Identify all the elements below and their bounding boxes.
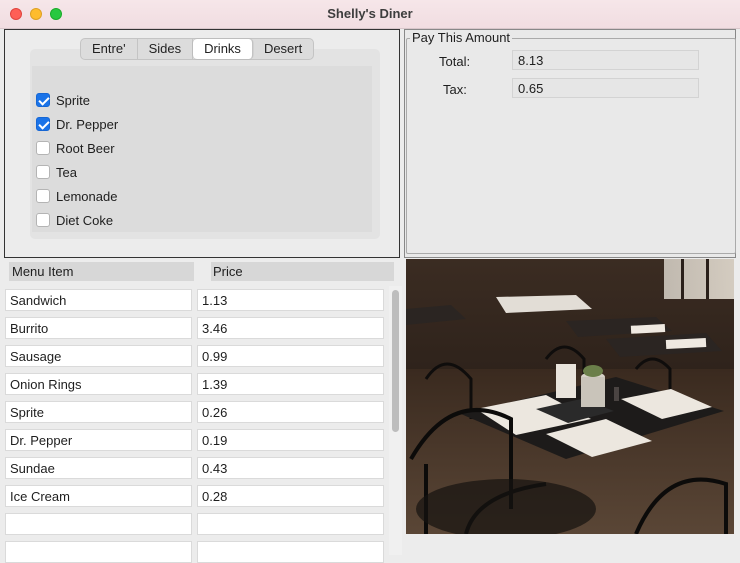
tab-desert[interactable]: Desert: [253, 39, 313, 59]
table-cell-menu-item[interactable]: Sausage: [5, 345, 192, 367]
scrollbar-thumb[interactable]: [392, 290, 399, 432]
checkbox-label: Dr. Pepper: [56, 116, 119, 132]
table-cell-menu-item[interactable]: Sprite: [5, 401, 192, 423]
checkbox-label: Diet Coke: [56, 212, 114, 228]
table-cell-menu-item[interactable]: Sundae: [5, 457, 192, 479]
table-cell-price[interactable]: 0.19: [197, 429, 384, 451]
table-cell-menu-item[interactable]: Onion Rings: [5, 373, 192, 395]
table-cell-menu-item[interactable]: Dr. Pepper: [5, 429, 192, 451]
table-cell-price[interactable]: [197, 513, 384, 535]
checkbox-checked-icon[interactable]: [36, 117, 50, 131]
tab-bar: Entre' Sides Drinks Desert: [80, 38, 315, 60]
checkbox-label: Root Beer: [56, 140, 115, 156]
checkbox-tea[interactable]: Tea: [36, 162, 77, 182]
tab-sides[interactable]: Sides: [138, 39, 194, 59]
table-cell-menu-item[interactable]: Burrito: [5, 317, 192, 339]
checkbox-unchecked-icon[interactable]: [36, 165, 50, 179]
checkbox-lemonade[interactable]: Lemonade: [36, 186, 117, 206]
pay-amount-group: [406, 38, 736, 254]
table-cell-menu-item[interactable]: Ice Cream: [5, 485, 192, 507]
checkbox-unchecked-icon[interactable]: [36, 213, 50, 227]
checkbox-diet-coke[interactable]: Diet Coke: [36, 210, 113, 230]
table-cell-price[interactable]: [197, 541, 384, 563]
table-cell-price[interactable]: 0.26: [197, 401, 384, 423]
checkbox-unchecked-icon[interactable]: [36, 141, 50, 155]
checkbox-label: Lemonade: [56, 188, 118, 204]
column-header-menu-item[interactable]: Menu Item: [9, 262, 194, 281]
checkbox-dr-pepper[interactable]: Dr. Pepper: [36, 114, 118, 134]
total-label: Total:: [439, 54, 471, 69]
restaurant-photo: [406, 259, 734, 534]
table-cell-menu-item[interactable]: [5, 513, 192, 535]
total-field[interactable]: 8.13: [512, 50, 699, 70]
table-cell-price[interactable]: 0.43: [197, 457, 384, 479]
table-cell-price[interactable]: 0.99: [197, 345, 384, 367]
window-title: Shelly's Diner: [327, 6, 413, 21]
checkbox-label: Tea: [56, 164, 77, 180]
table-cell-price[interactable]: 1.39: [197, 373, 384, 395]
title-bar: Shelly's Diner: [0, 0, 740, 29]
tab-drinks[interactable]: Drinks: [193, 39, 253, 59]
table-cell-menu-item[interactable]: [5, 541, 192, 563]
column-header-price[interactable]: Price: [211, 262, 394, 281]
checkbox-checked-icon[interactable]: [36, 93, 50, 107]
tax-field[interactable]: 0.65: [512, 78, 699, 98]
table-cell-price[interactable]: 3.46: [197, 317, 384, 339]
tax-label: Tax:: [443, 82, 467, 97]
checkbox-sprite[interactable]: Sprite: [36, 90, 90, 110]
tab-entre[interactable]: Entre': [81, 39, 138, 59]
checkbox-label: Sprite: [56, 92, 90, 108]
checkbox-unchecked-icon[interactable]: [36, 189, 50, 203]
pay-amount-legend: Pay This Amount: [410, 30, 513, 45]
table-cell-price[interactable]: 0.28: [197, 485, 384, 507]
table-cell-price[interactable]: 1.13: [197, 289, 384, 311]
table-cell-menu-item[interactable]: Sandwich: [5, 289, 192, 311]
checkbox-root-beer[interactable]: Root Beer: [36, 138, 115, 158]
